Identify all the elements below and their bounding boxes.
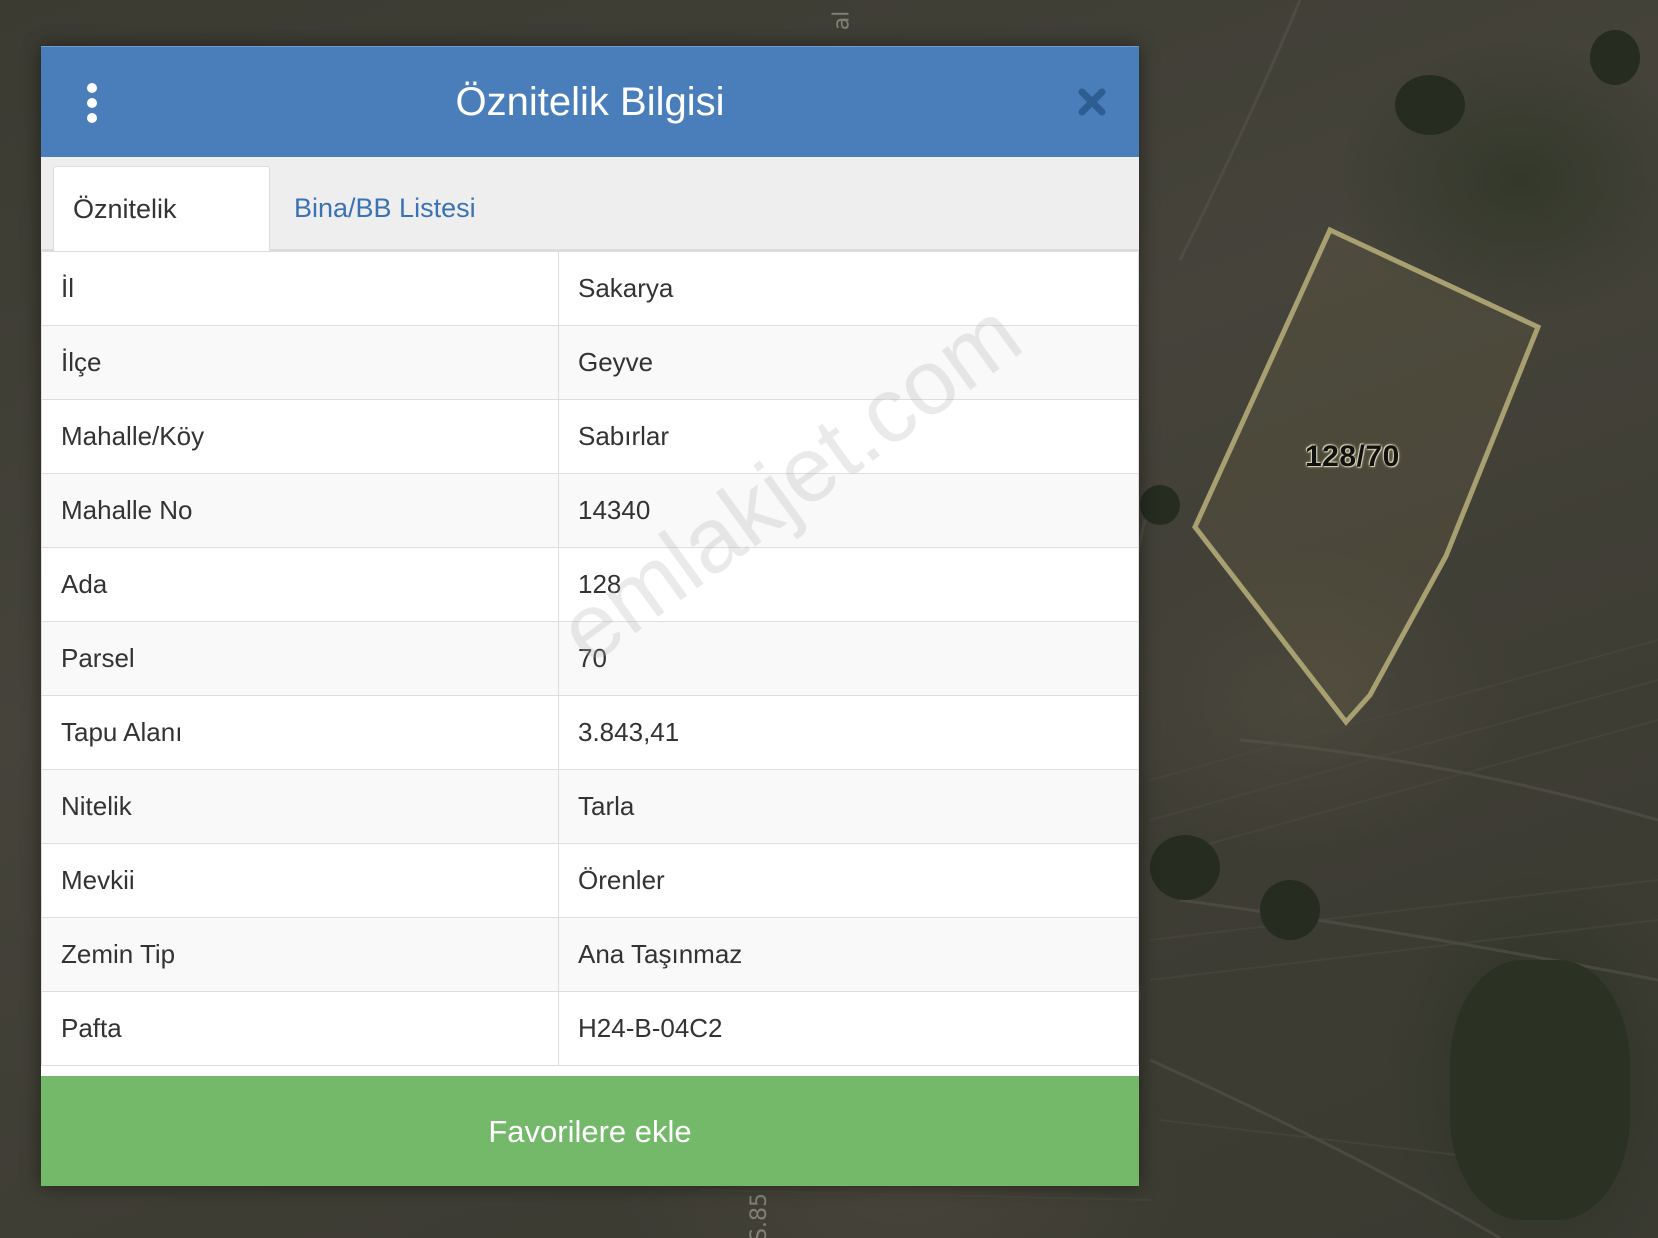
attribute-key: Zemin Tip — [41, 917, 559, 992]
attribute-key: Parsel — [41, 621, 559, 696]
parcel-label[interactable]: 128/70 — [1305, 440, 1400, 474]
table-row: Ada 128 — [41, 547, 1139, 622]
table-row: Mevkii Örenler — [41, 843, 1139, 918]
attribute-table: İl Sakarya İlçe Geyve Mahalle/Köy Sabırl… — [41, 251, 1139, 1066]
attribute-key: Nitelik — [41, 769, 559, 844]
road-label: S.85 — [746, 1193, 772, 1238]
road-label: al — [829, 10, 855, 31]
table-row: Nitelik Tarla — [41, 769, 1139, 844]
attribute-key: İlçe — [41, 325, 559, 400]
vertical-dots-icon[interactable] — [85, 83, 99, 123]
table-row: Parsel 70 — [41, 621, 1139, 696]
attribute-value: 128 — [558, 547, 1139, 622]
close-icon[interactable] — [1077, 87, 1107, 117]
tab-attribute-info[interactable]: Öznitelik Bilgisi — [53, 166, 270, 308]
dialog-header: Öznitelik Bilgisi — [41, 46, 1139, 157]
attribute-value: Sabırlar — [558, 399, 1139, 474]
table-row: İl Sakarya — [41, 251, 1139, 326]
attribute-key: Mevkii — [41, 843, 559, 918]
tab-building-list[interactable]: Bina/BB Listesi — [275, 166, 495, 251]
table-row: Mahalle/Köy Sabırlar — [41, 399, 1139, 474]
attribute-value: Ana Taşınmaz — [558, 917, 1139, 992]
attribute-key: Mahalle No — [41, 473, 559, 548]
attribute-value: 70 — [558, 621, 1139, 696]
table-row: Zemin Tip Ana Taşınmaz — [41, 917, 1139, 992]
attribute-key: Pafta — [41, 991, 559, 1066]
table-row: Mahalle No 14340 — [41, 473, 1139, 548]
tab-bar: Öznitelik Bilgisi Bina/BB Listesi — [41, 157, 1139, 308]
attribute-value: Örenler — [558, 843, 1139, 918]
attribute-value: Sakarya — [558, 251, 1139, 326]
table-row: Pafta H24-B-04C2 — [41, 991, 1139, 1066]
attribute-value: Tarla — [558, 769, 1139, 844]
attribute-value: 3.843,41 — [558, 695, 1139, 770]
attribute-value: H24-B-04C2 — [558, 991, 1139, 1066]
attribute-key: Mahalle/Köy — [41, 399, 559, 474]
attribute-value: 14340 — [558, 473, 1139, 548]
dialog-title: Öznitelik Bilgisi — [455, 80, 725, 124]
table-row: Tapu Alanı 3.843,41 — [41, 695, 1139, 770]
attribute-key: Tapu Alanı — [41, 695, 559, 770]
attribute-key: Ada — [41, 547, 559, 622]
table-row: İlçe Geyve — [41, 325, 1139, 400]
attribute-value: Geyve — [558, 325, 1139, 400]
attribute-key: İl — [41, 251, 559, 326]
attribute-info-dialog: Öznitelik Bilgisi Öznitelik Bilgisi Bina… — [41, 46, 1139, 1186]
add-to-favorites-button[interactable]: Favorilere ekle — [41, 1076, 1139, 1186]
